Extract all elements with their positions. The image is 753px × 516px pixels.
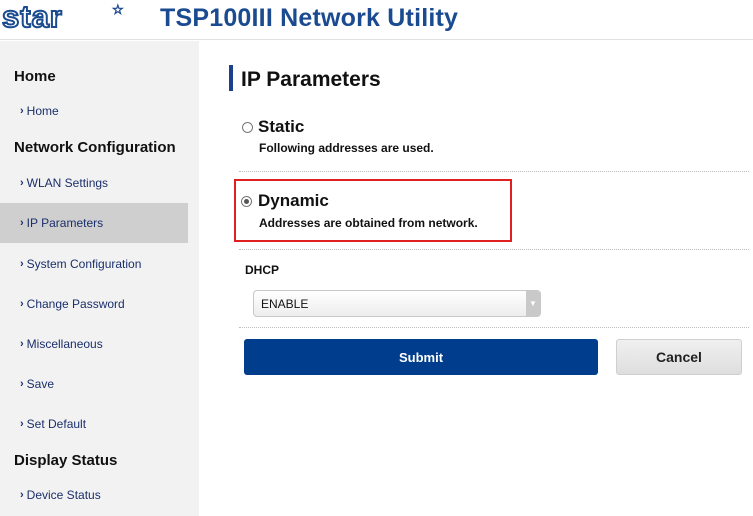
app-title: TSP100III Network Utility: [160, 4, 459, 32]
dynamic-option-label[interactable]: Dynamic: [258, 191, 329, 211]
chevron-right-icon: ›: [20, 105, 24, 117]
app-header: star ☆ TSP100III Network Utility: [0, 0, 753, 40]
sidebar-item-ip-parameters[interactable]: › IP Parameters: [0, 203, 188, 243]
chevron-right-icon: ›: [20, 217, 24, 229]
dhcp-label: DHCP: [245, 263, 280, 277]
chevron-right-icon: ›: [20, 298, 24, 310]
sidebar-item-label: Save: [26, 377, 55, 391]
sidebar-item-set-default[interactable]: › Set Default: [0, 404, 188, 444]
dhcp-select-value: ENABLE: [261, 296, 309, 311]
sidebar-item-home[interactable]: › Home: [0, 91, 188, 131]
sidebar-item-miscellaneous[interactable]: › Miscellaneous: [0, 324, 188, 364]
static-option-label[interactable]: Static: [258, 117, 304, 137]
divider: [239, 327, 749, 328]
cancel-button[interactable]: Cancel: [616, 339, 742, 375]
main-content: IP Parameters Static Following addresses…: [199, 41, 753, 516]
sidebar-item-label: Change Password: [26, 297, 125, 311]
sidebar-item-save[interactable]: › Save: [0, 364, 188, 404]
chevron-right-icon: ›: [20, 378, 24, 390]
sidebar-item-system-configuration[interactable]: › System Configuration: [0, 244, 188, 284]
sidebar-item-label: Home: [26, 104, 59, 118]
divider: [239, 249, 749, 250]
sidebar-heading-display-status: Display Status: [14, 452, 118, 469]
sidebar-item-label: IP Parameters: [26, 216, 104, 230]
sidebar-heading-home: Home: [14, 68, 56, 85]
sidebar-item-label: Miscellaneous: [26, 337, 103, 351]
sidebar-item-change-password[interactable]: › Change Password: [0, 284, 188, 324]
submit-button[interactable]: Submit: [244, 339, 598, 375]
page-title: IP Parameters: [241, 68, 381, 91]
sidebar-item-device-status[interactable]: › Device Status: [0, 475, 188, 515]
chevron-right-icon: ›: [20, 338, 24, 350]
divider: [239, 171, 749, 172]
svg-text:☆: ☆: [112, 3, 124, 18]
static-radio[interactable]: [242, 122, 253, 133]
sidebar-item-wlan-settings[interactable]: › WLAN Settings: [0, 163, 188, 203]
static-option-description: Following addresses are used.: [259, 141, 434, 155]
dynamic-radio[interactable]: [241, 196, 252, 207]
star-logo: star ☆: [2, 2, 124, 32]
chevron-right-icon: ›: [20, 258, 24, 270]
chevron-right-icon: ›: [20, 177, 24, 189]
sidebar-item-label: WLAN Settings: [26, 176, 109, 190]
dhcp-select[interactable]: ENABLE ▼: [253, 290, 541, 317]
chevron-right-icon: ›: [20, 418, 24, 430]
dynamic-option-description: Addresses are obtained from network.: [259, 216, 478, 230]
logo-wordmark: star: [2, 2, 63, 32]
chevron-down-icon: ▼: [526, 291, 540, 316]
sidebar-heading-network-configuration: Network Configuration: [14, 139, 176, 156]
sidebar-item-label: Device Status: [26, 488, 101, 502]
sidebar-item-label: System Configuration: [26, 257, 142, 271]
sidebar-item-label: Set Default: [26, 417, 87, 431]
sidebar-nav: Home › Home Network Configuration › WLAN…: [0, 41, 199, 516]
title-accent-bar: [229, 65, 233, 91]
chevron-right-icon: ›: [20, 489, 24, 501]
